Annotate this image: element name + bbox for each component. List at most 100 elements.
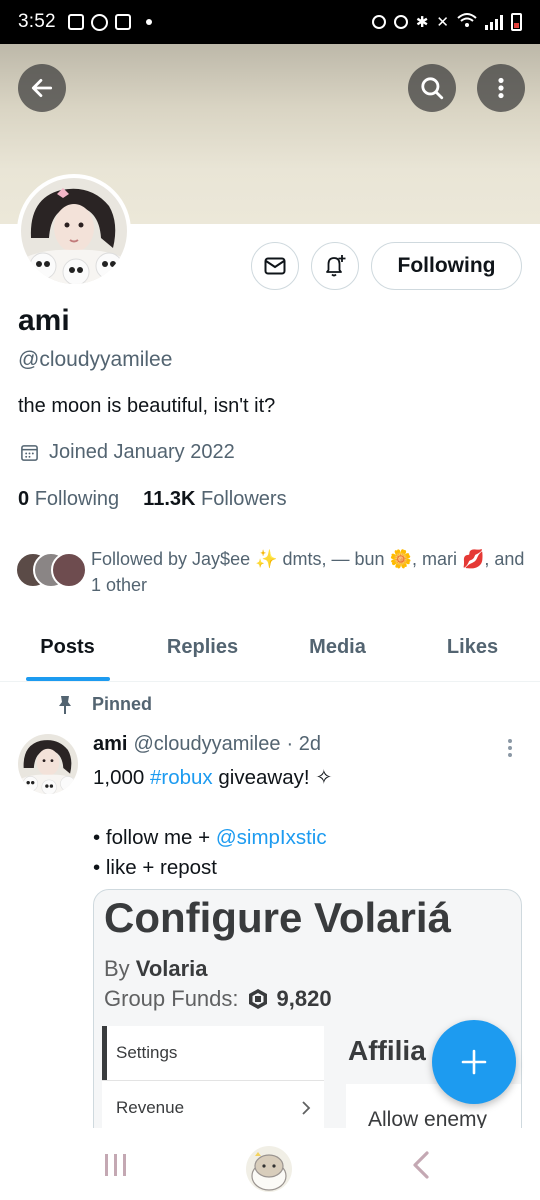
post-more-button[interactable] <box>505 737 515 764</box>
tab-label: Media <box>309 636 366 658</box>
more-vertical-icon <box>508 739 512 757</box>
media-funds-value: 9,820 <box>276 986 332 1011</box>
recent-apps-icon <box>123 1154 126 1176</box>
followed-by-row[interactable]: Followed by Jay$ee ✨ dmts, — bun 🌼, mari… <box>15 546 525 598</box>
hashtag-link[interactable]: #robux <box>150 766 213 789</box>
tab-likes[interactable]: Likes <box>405 614 540 681</box>
media-by-line: By Volaria <box>104 956 208 982</box>
tab-label: Likes <box>446 636 499 658</box>
media-funds-label: Group Funds: <box>104 986 239 1011</box>
recent-apps-icon <box>114 1154 117 1176</box>
pin-icon <box>59 695 71 714</box>
user-handle: @cloudyyamilee <box>18 348 173 371</box>
back-button[interactable] <box>18 64 66 112</box>
nav-back-button[interactable] <box>410 1150 432 1185</box>
tab-media[interactable]: Media <box>270 614 405 681</box>
media-menu-item: Settings <box>102 1026 324 1081</box>
media-menu-label: Settings <box>116 1043 178 1062</box>
post-header: ami @cloudyyamilee · 2d <box>93 733 321 756</box>
profile-tabs: Posts Replies Media Likes <box>0 614 540 682</box>
signal-icon <box>485 14 503 30</box>
post-author-name[interactable]: ami <box>93 733 127 756</box>
joined-date: Joined January 2022 <box>20 441 235 464</box>
profile-bio: the moon is beautiful, isn't it? <box>18 395 276 417</box>
post-line: • like + repost <box>93 856 217 879</box>
display-name: ami <box>18 304 70 337</box>
more-vertical-icon <box>498 77 504 99</box>
mute-icon: ✕ <box>436 14 449 31</box>
mail-icon <box>264 257 286 275</box>
alert-icon <box>114 14 131 30</box>
media-funds: Group Funds: 9,820 <box>104 986 332 1012</box>
tab-label: Posts <box>40 636 95 658</box>
search-button[interactable] <box>408 64 456 112</box>
clock-icon <box>393 15 408 29</box>
bluetooth-icon: ✱ <box>415 14 429 31</box>
plus-icon <box>461 1049 487 1075</box>
media-affiliates-heading: Affilia <box>348 1035 426 1066</box>
bell-plus-icon <box>326 255 346 277</box>
robux-icon <box>248 989 267 1009</box>
calendar-icon <box>21 445 38 461</box>
gallery-icon <box>67 14 84 30</box>
media-title: Configure Volariá <box>104 894 451 941</box>
media-by-name: Volaria <box>135 956 208 981</box>
battery-icon <box>511 13 522 31</box>
followers-label: Followers <box>201 488 287 510</box>
joined-text: Joined January 2022 <box>49 441 235 463</box>
status-bar: 3:52 ✱ ✕ <box>0 0 540 44</box>
notifications-button[interactable] <box>311 242 359 290</box>
pinned-indicator: Pinned <box>56 694 152 715</box>
tab-posts[interactable]: Posts <box>0 614 135 681</box>
chevron-right-icon <box>302 1101 311 1115</box>
follower-avatar <box>51 552 87 588</box>
tab-replies[interactable]: Replies <box>135 614 270 681</box>
post-time: · 2d <box>286 733 321 755</box>
followed-by-text: Followed by Jay$ee ✨ dmts, — bun 🌼, mari… <box>91 549 525 595</box>
search-icon <box>421 77 444 100</box>
following-label: Following <box>34 488 120 510</box>
pinned-label: Pinned <box>92 694 153 714</box>
media-menu-label: Revenue <box>116 1098 185 1117</box>
alarm-icon <box>371 15 386 29</box>
post-author-avatar[interactable] <box>18 734 78 794</box>
post-author-handle[interactable]: @cloudyyamilee <box>133 733 280 756</box>
status-notification-icons <box>67 13 152 31</box>
media-by-label: By <box>104 956 136 981</box>
profile-avatar[interactable] <box>17 174 131 288</box>
post-line: 1,000 #robux giveaway! ✧ <box>93 763 513 793</box>
recent-apps-icon <box>105 1154 108 1176</box>
mention-link[interactable]: @simpIxstic <box>216 826 327 849</box>
threads-icon <box>90 13 108 31</box>
active-tab-indicator <box>25 677 110 681</box>
post-text: 1,000 #robux giveaway! ✧ • follow me + @… <box>93 763 513 883</box>
following-button[interactable]: Following <box>371 242 522 290</box>
following-count-link[interactable]: 0 Following <box>18 488 119 511</box>
hamster-home-icon <box>251 1152 287 1191</box>
home-button[interactable] <box>246 1146 292 1192</box>
media-menu-item: Revenue <box>102 1081 324 1128</box>
message-button[interactable] <box>251 242 299 290</box>
media-allow-text: Allow enemy <box>368 1108 488 1129</box>
followed-by-avatars <box>15 552 87 592</box>
post-text-segment: • follow me + <box>93 826 216 849</box>
status-system-icons: ✱ ✕ <box>371 12 522 33</box>
more-options-button[interactable] <box>477 64 525 112</box>
arrow-left-icon <box>31 79 53 97</box>
tab-label: Replies <box>166 636 239 658</box>
followers-count: 11.3K <box>143 488 196 510</box>
more-notifications-icon <box>145 19 152 25</box>
status-time: 3:52 <box>18 11 56 32</box>
media-menu: Settings Revenue <box>102 1026 324 1128</box>
compose-button[interactable] <box>432 1020 516 1104</box>
wifi-icon <box>457 12 477 33</box>
post-line: • follow me + @simpIxstic <box>93 823 513 853</box>
follow-counts: 0 Following 11.3K Followers <box>18 488 287 511</box>
post-text-segment: 1,000 <box>93 766 150 789</box>
recent-apps-button[interactable] <box>105 1154 126 1176</box>
followers-count-link[interactable]: 11.3K Followers <box>143 488 286 511</box>
post-text-segment: giveaway! ✧ <box>212 766 333 789</box>
chevron-left-icon <box>413 1151 429 1179</box>
following-count: 0 <box>18 488 30 510</box>
